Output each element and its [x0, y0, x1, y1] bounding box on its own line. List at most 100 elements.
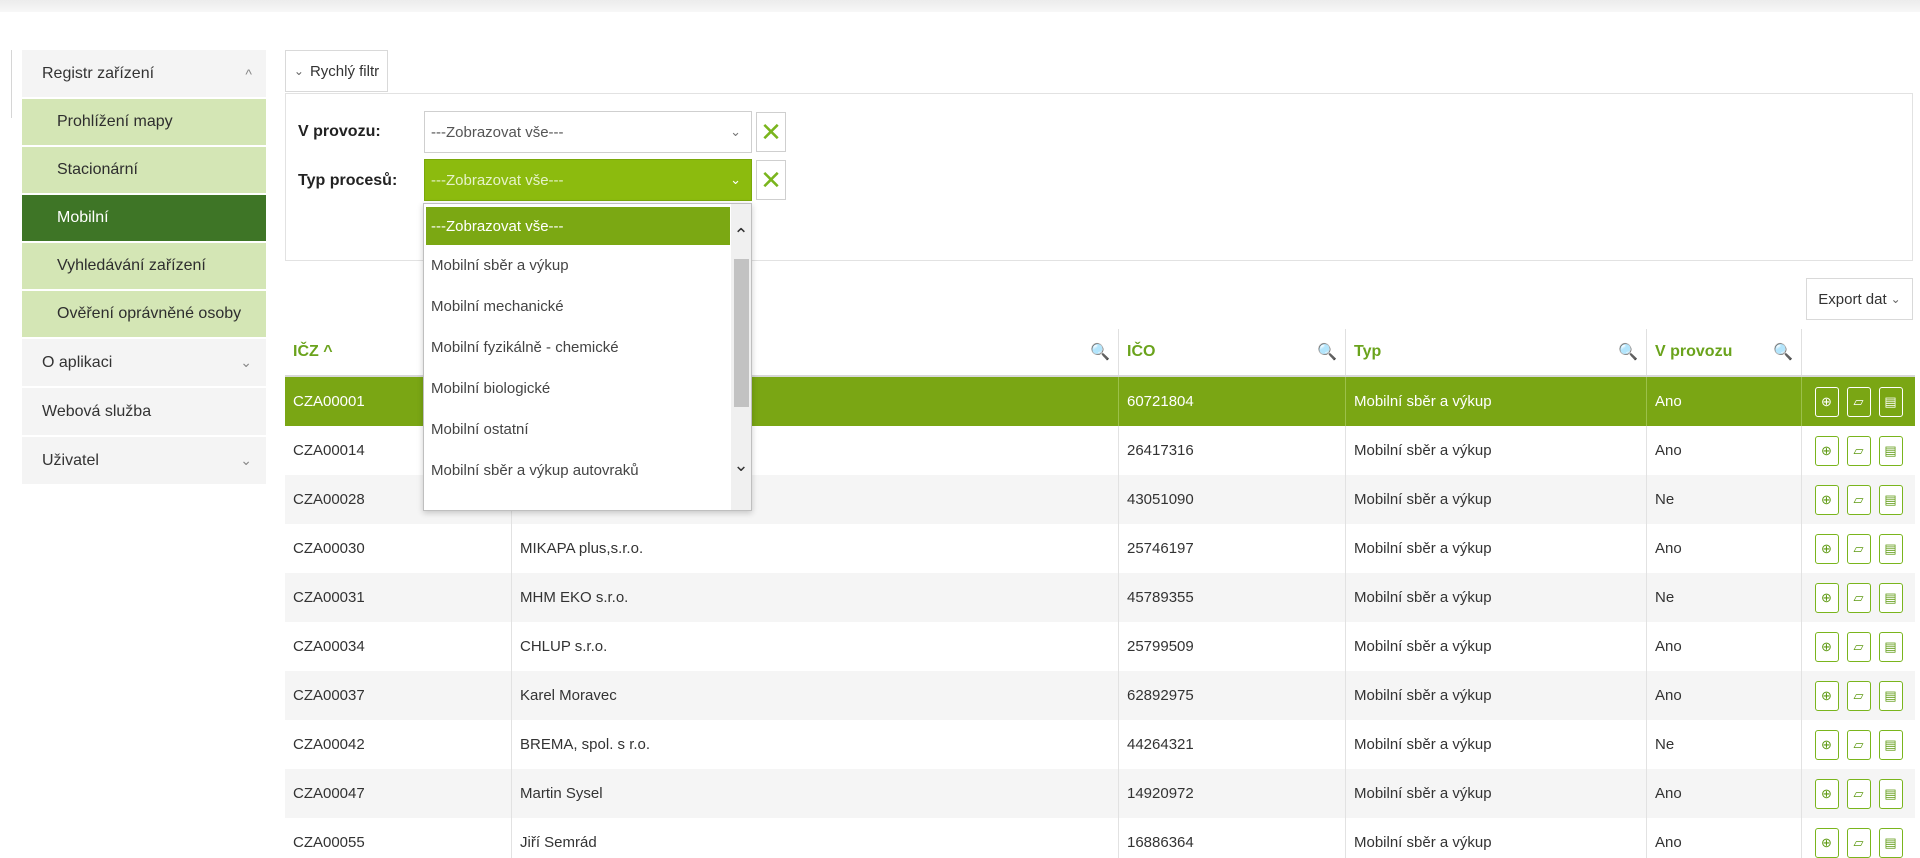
close-icon: ✕	[760, 116, 782, 147]
edit-icon[interactable]: ▱	[1846, 533, 1871, 564]
zoom-in-icon[interactable]: ⊕	[1814, 484, 1839, 515]
close-icon: ✕	[760, 164, 782, 195]
table-row[interactable]: CZA00047 Martin Sysel 14920972 Mobilní sběr…	[285, 769, 1915, 818]
filter-search-icon[interactable]: 🔍	[1317, 342, 1337, 362]
zoom-in-icon[interactable]: ⊕	[1814, 729, 1839, 760]
edit-icon[interactable]: ▱	[1846, 729, 1871, 760]
cell-typ: Mobilní sběr a výkup	[1346, 524, 1647, 573]
dropdown-scrollbar[interactable]: ⌃ ⌄	[731, 204, 751, 510]
table-row[interactable]: CZA00034 CHLUP s.r.o. 25799509 Mobilní sběr…	[285, 622, 1915, 671]
dropdown-option[interactable]: Mobilní fyzikálně - chemické	[424, 327, 730, 368]
chevron-down-icon[interactable]: ⌄	[733, 454, 749, 476]
cell-actions: ⊕ ▱ ▤	[1802, 769, 1915, 818]
scrollbar-thumb[interactable]	[734, 259, 749, 407]
v-provozu-label: V provozu:	[298, 123, 381, 140]
zoom-in-icon[interactable]: ⊕	[1814, 582, 1839, 613]
dropdown-option[interactable]: Mobilní mechanické	[424, 286, 730, 327]
cell-name: Martin Sysel	[512, 769, 1119, 818]
filter-search-icon[interactable]: 🔍	[1773, 342, 1793, 362]
sidebar-item-prohlizeni-mapy[interactable]: Prohlížení mapy	[22, 99, 266, 147]
edit-icon[interactable]: ▱	[1846, 827, 1871, 858]
export-button[interactable]: Export dat ⌄	[1806, 278, 1913, 320]
sidebar-item-label: Webová služba	[42, 402, 152, 420]
zoom-in-icon[interactable]: ⊕	[1814, 827, 1839, 858]
chevron-up-icon[interactable]: ⌃	[733, 224, 749, 246]
cell-actions: ⊕ ▱ ▤	[1802, 671, 1915, 720]
quick-filter-label: Rychlý filtr	[309, 62, 380, 80]
chevron-down-icon: ⌄	[730, 124, 741, 139]
zoom-in-icon[interactable]: ⊕	[1814, 778, 1839, 809]
column-header-typ[interactable]: Typ 🔍	[1346, 329, 1647, 375]
edit-icon[interactable]: ▱	[1846, 631, 1871, 662]
dropdown-option[interactable]: Mobilní ostatní	[424, 409, 730, 450]
filter-search-icon[interactable]: 🔍	[1618, 342, 1638, 362]
edit-icon[interactable]: ▱	[1846, 435, 1871, 466]
sidebar-item-mobilni[interactable]: Mobilní	[22, 195, 266, 243]
edit-icon[interactable]: ▱	[1846, 484, 1871, 515]
dropdown-option[interactable]: Mobilní sběr a výkup	[424, 245, 730, 286]
zoom-in-icon[interactable]: ⊕	[1814, 631, 1839, 662]
column-header-actions	[1802, 329, 1915, 375]
zoom-in-icon[interactable]: ⊕	[1814, 386, 1839, 417]
document-icon[interactable]: ▤	[1878, 778, 1903, 809]
filter-search-icon[interactable]: 🔍	[1090, 342, 1110, 362]
edit-icon[interactable]: ▱	[1846, 680, 1871, 711]
edit-icon[interactable]: ▱	[1846, 778, 1871, 809]
header-label: V provozu	[1655, 343, 1733, 360]
typ-procesu-clear-button[interactable]: ✕	[756, 160, 786, 200]
left-edge-panel	[0, 50, 12, 118]
cell-actions: ⊕ ▱ ▤	[1802, 524, 1915, 573]
document-icon[interactable]: ▤	[1878, 582, 1903, 613]
cell-actions: ⊕ ▱ ▤	[1802, 426, 1915, 475]
cell-ico: 14920972	[1119, 769, 1346, 818]
sidebar-item-webova-sluzba[interactable]: Webová služba	[22, 388, 266, 437]
cell-name: Karel Moravec	[512, 671, 1119, 720]
table-row[interactable]: CZA00037 Karel Moravec 62892975 Mobilní sbě…	[285, 671, 1915, 720]
document-icon[interactable]: ▤	[1878, 680, 1903, 711]
document-icon[interactable]: ▤	[1878, 386, 1903, 417]
table-row[interactable]: CZA00031 MHM EKO s.r.o. 45789355 Mobilní sb…	[285, 573, 1915, 622]
dropdown-option[interactable]: ---Zobrazovat vše---	[426, 207, 730, 245]
column-header-v-provozu[interactable]: V provozu 🔍	[1647, 329, 1802, 375]
zoom-in-icon[interactable]: ⊕	[1814, 533, 1839, 564]
table-row[interactable]: CZA00030 MIKAPA plus,s.r.o. 25746197 Mobiln…	[285, 524, 1915, 573]
v-provozu-select[interactable]: ---Zobrazovat vše--- ⌄	[424, 111, 752, 153]
sidebar-item-vyhledavani[interactable]: Vyhledávání zařízení	[22, 243, 266, 291]
zoom-in-icon[interactable]: ⊕	[1814, 435, 1839, 466]
edit-icon[interactable]: ▱	[1846, 582, 1871, 613]
cell-actions: ⊕ ▱ ▤	[1802, 720, 1915, 769]
quick-filter-toggle[interactable]: ⌄ Rychlý filtr	[285, 50, 388, 92]
document-icon[interactable]: ▤	[1878, 729, 1903, 760]
document-icon[interactable]: ▤	[1878, 533, 1903, 564]
document-icon[interactable]: ▤	[1878, 435, 1903, 466]
document-icon[interactable]: ▤	[1878, 484, 1903, 515]
cell-actions: ⊕ ▱ ▤	[1802, 573, 1915, 622]
cell-ico: 62892975	[1119, 671, 1346, 720]
document-icon[interactable]: ▤	[1878, 827, 1903, 858]
sidebar-item-uzivatel[interactable]: Uživatel ⌄	[22, 437, 266, 486]
cell-typ: Mobilní sběr a výkup	[1346, 671, 1647, 720]
typ-procesu-select[interactable]: ---Zobrazovat vše--- ⌄	[424, 159, 752, 201]
cell-icz: CZA00042	[285, 720, 512, 769]
export-label: Export dat	[1818, 290, 1887, 308]
document-icon[interactable]: ▤	[1878, 631, 1903, 662]
header-label: Typ	[1354, 343, 1382, 360]
cell-ico: 25799509	[1119, 622, 1346, 671]
table-row[interactable]: CZA00042 BREMA, spol. s r.o. 44264321 Mobil…	[285, 720, 1915, 769]
v-provozu-clear-button[interactable]: ✕	[756, 112, 786, 152]
edit-icon[interactable]: ▱	[1846, 386, 1871, 417]
column-header-ico[interactable]: IČO 🔍	[1119, 329, 1346, 375]
sidebar-item-registr[interactable]: Registr zařízení ^	[22, 50, 266, 99]
dropdown-option[interactable]: Mobilní biologické	[424, 368, 730, 409]
zoom-in-icon[interactable]: ⊕	[1814, 680, 1839, 711]
chevron-down-icon: ⌄	[240, 452, 252, 468]
dropdown-option[interactable]: Mobilní sběr a výkup autovraků	[424, 450, 730, 491]
sidebar-item-o-aplikaci[interactable]: O aplikaci ⌄	[22, 339, 266, 388]
cell-v-provozu: Ne	[1647, 720, 1802, 769]
table-row[interactable]: CZA00055 Jiří Semrád 16886364 Mobilní sběr …	[285, 818, 1915, 858]
sidebar-item-stacionarni[interactable]: Stacionární	[22, 147, 266, 195]
chevron-down-icon: ⌄	[730, 172, 741, 187]
sidebar-item-overeni[interactable]: Ověření oprávněné osoby	[22, 291, 266, 339]
cell-typ: Mobilní sběr a výkup	[1346, 475, 1647, 524]
chevron-up-icon: ^	[245, 65, 252, 82]
